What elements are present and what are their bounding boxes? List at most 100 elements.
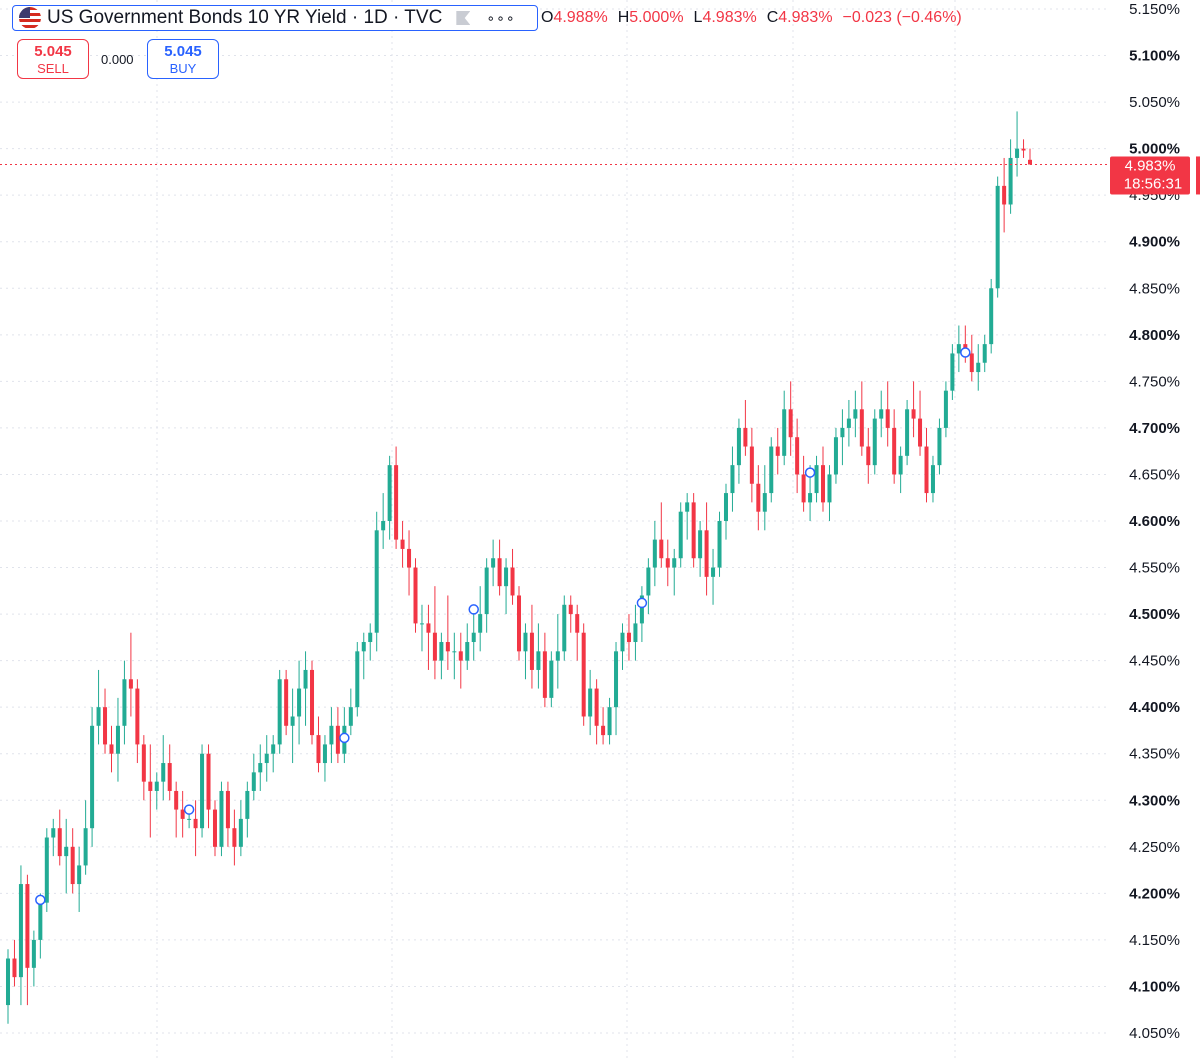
candle-body (70, 846, 75, 885)
price-tick-label: 4.550% (1129, 560, 1180, 577)
candle-body (115, 725, 120, 754)
candle-body (930, 465, 935, 494)
candle-body (400, 539, 405, 549)
candle-body (814, 465, 819, 494)
candle-body (18, 884, 23, 978)
last-price-value: 4.983% (1125, 157, 1176, 174)
candle-body (808, 493, 813, 503)
candle-body (258, 763, 263, 773)
candle-body (749, 446, 754, 484)
candle-body (264, 753, 269, 764)
candle-body (542, 651, 547, 698)
candle-body (368, 632, 373, 643)
candle-body (918, 418, 923, 447)
candle-body (995, 185, 1000, 289)
candle-body (361, 642, 366, 652)
candle-body (665, 558, 670, 568)
candle-body (238, 818, 243, 847)
ohlc-readout: O4.988% H5.000% L4.983% C4.983% −0.023 (−0.4… (541, 9, 962, 27)
close-label: C (766, 9, 779, 26)
bookmark-flag-icon[interactable] (456, 11, 471, 25)
vertical-grid (156, 0, 956, 1058)
candle-body (452, 651, 457, 653)
us-flag-icon (19, 7, 41, 29)
candle-body (419, 623, 424, 625)
candle-body (407, 548, 412, 568)
buy-button[interactable]: 5.045 BUY (147, 39, 219, 79)
candle-body (950, 353, 955, 391)
price-tick-label: 4.700% (1129, 420, 1180, 437)
candle-body (251, 772, 256, 791)
sell-label: SELL (37, 61, 69, 76)
candle-body (12, 958, 17, 978)
candle-body (982, 344, 987, 363)
candle-body (885, 409, 890, 428)
candle-body (297, 688, 302, 717)
price-tick-label: 5.150% (1129, 1, 1180, 18)
candle-body (478, 614, 483, 633)
symbol-header[interactable]: US Government Bonds 10 YR Yield · 1D · T… (12, 5, 538, 31)
candle-body (64, 846, 69, 857)
bar-countdown: 18:56:31 (1124, 175, 1182, 192)
candle-body (678, 511, 683, 559)
price-tick-label: 4.100% (1129, 978, 1180, 995)
event-marker (960, 347, 971, 358)
candle-body (905, 409, 910, 456)
candle-body (516, 595, 522, 652)
candle-body (821, 465, 826, 503)
price-tick-label: 4.300% (1129, 792, 1180, 809)
event-marker (339, 732, 350, 744)
candle-body (723, 493, 728, 521)
event-marker (468, 604, 479, 615)
candle-body (698, 530, 703, 559)
price-tick-label: 4.750% (1129, 373, 1180, 390)
candle-body (141, 744, 146, 782)
candle-body (44, 837, 49, 903)
candle-body (859, 409, 864, 447)
candle-body (924, 446, 929, 494)
candle-body (646, 567, 651, 596)
candle-body (892, 427, 897, 475)
candle-body (1015, 148, 1020, 158)
spread-value: 0.000 (101, 52, 134, 67)
open-value: 4.988% (553, 9, 608, 26)
event-marker (183, 804, 195, 815)
candle-body (730, 465, 735, 494)
candle-body (212, 809, 217, 847)
candle-body (568, 604, 573, 615)
candle-body (381, 521, 386, 531)
price-tick-label: 4.250% (1129, 839, 1180, 856)
candle-body (626, 632, 631, 643)
candlestick-chart[interactable]: 5.150% 5.100% 5.050% 5.000% 4.950% 4.900% 4.85… (0, 0, 1200, 1058)
price-tick-label: 4.500% (1129, 606, 1180, 623)
candle-body (135, 688, 140, 745)
candle-body (387, 465, 392, 521)
candle-body (25, 884, 30, 968)
candle-body (316, 735, 321, 764)
candle-body (620, 632, 625, 652)
candle-body (83, 828, 88, 866)
candle-body (471, 632, 476, 643)
candle-body (943, 390, 948, 428)
candle-body (594, 688, 599, 726)
close-value: 4.983% (778, 9, 833, 26)
candle-body (38, 902, 43, 940)
low-value: 4.983% (702, 9, 757, 26)
candle-body (465, 642, 470, 661)
candle-body (659, 539, 664, 559)
symbol-title[interactable]: US Government Bonds 10 YR Yield · 1D · T… (47, 7, 442, 29)
candle-body (898, 455, 903, 475)
chart-svg[interactable]: 5.150%5.100%5.050%5.000%4.950%4.900%4.85… (0, 0, 1200, 1058)
candle-body (148, 781, 153, 791)
candle-body (348, 707, 353, 726)
candle-body (762, 493, 767, 512)
candle-body (1002, 185, 1007, 205)
candle-body (937, 427, 942, 466)
sell-button[interactable]: 5.045 SELL (17, 39, 89, 79)
candle-body (128, 679, 133, 689)
event-marker (804, 467, 816, 478)
candle-body (322, 744, 327, 764)
candle-body (206, 753, 211, 810)
candle-body (691, 502, 696, 559)
more-options-icon[interactable]: ∘∘∘ (486, 10, 515, 27)
